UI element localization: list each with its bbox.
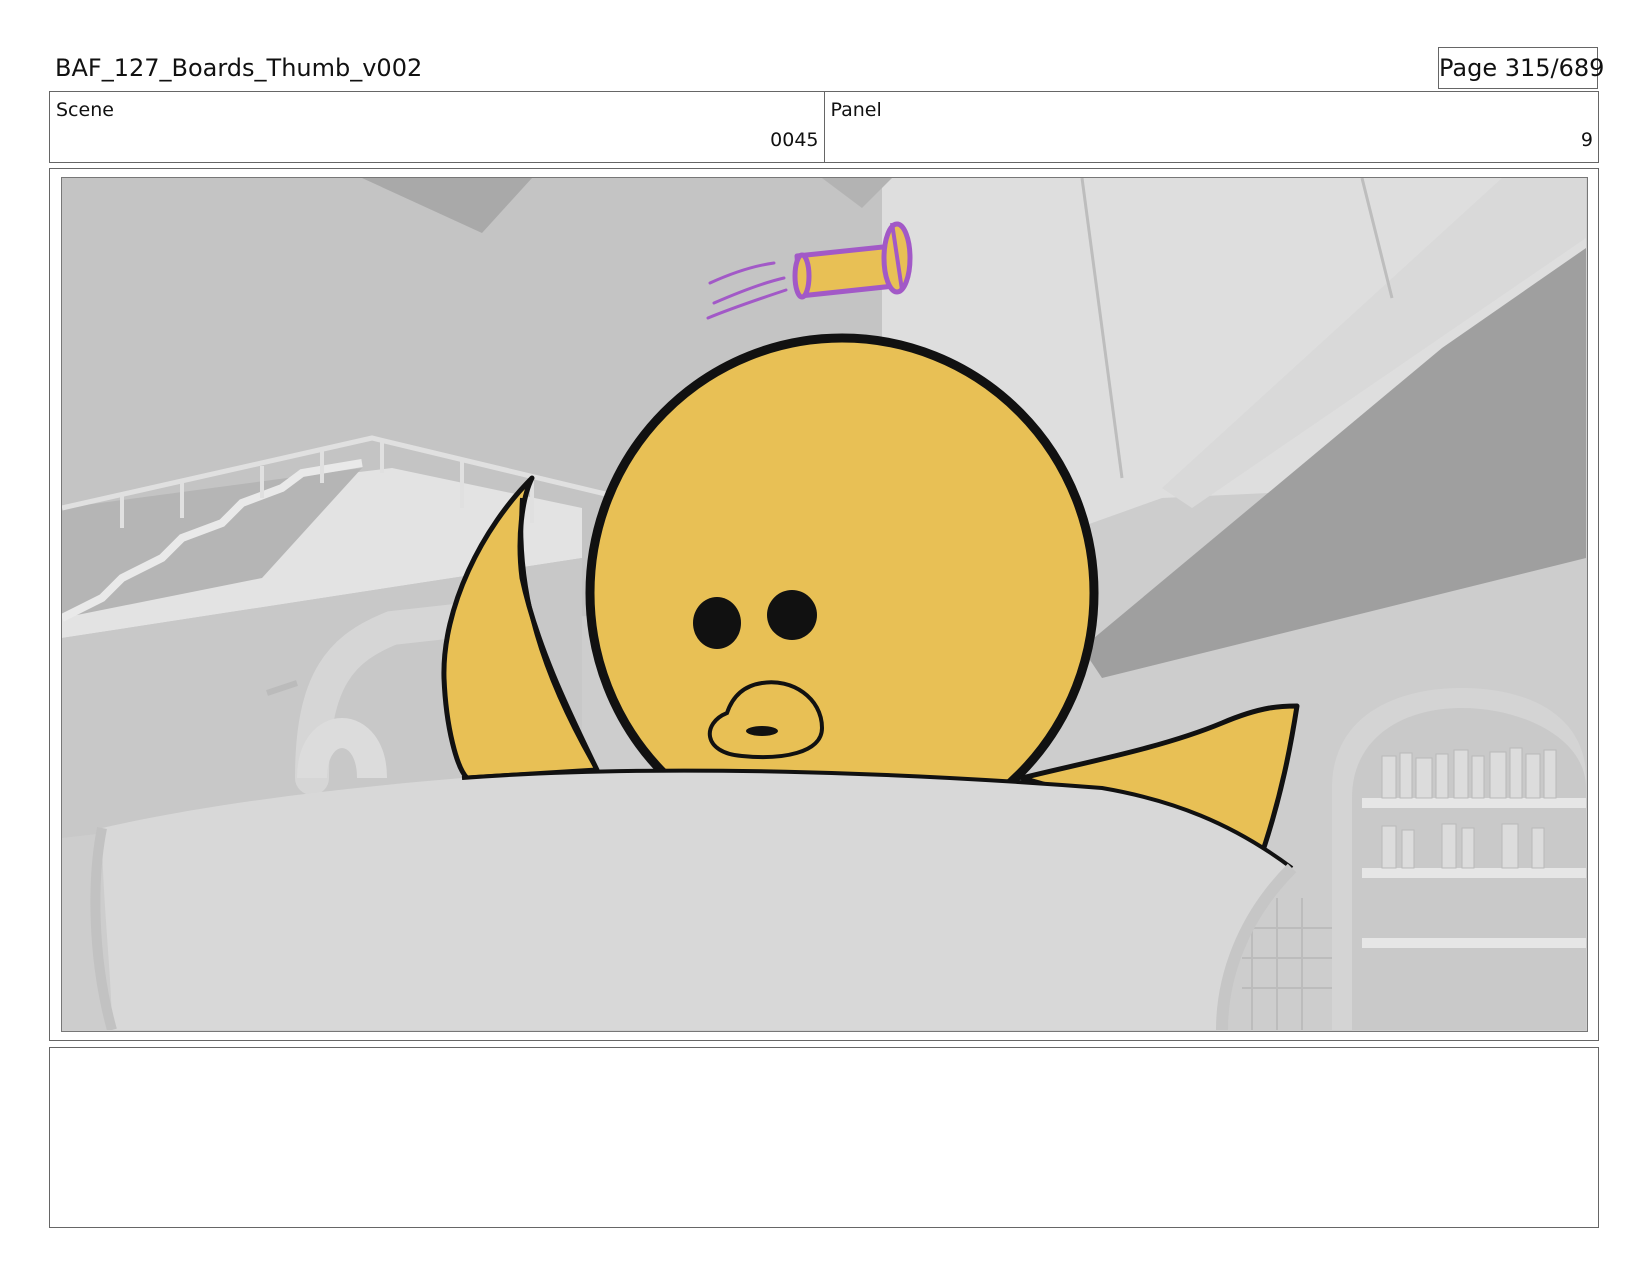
panel-number: 9 [1580, 129, 1593, 151]
panel-illustration [62, 178, 1586, 1030]
shelf-2 [1362, 868, 1586, 878]
character-right-eye [767, 590, 817, 640]
character-left-eye [693, 597, 741, 649]
document-title: BAF_127_Boards_Thumb_v002 [55, 54, 423, 82]
storyboard-panel-image [61, 177, 1588, 1032]
shelf-1 [1362, 798, 1586, 808]
scene-label: Scene [56, 99, 114, 121]
character-mouth-inner [746, 726, 778, 736]
scene-number: 0045 [770, 129, 819, 151]
panel-cell: Panel 9 [823, 92, 1599, 162]
panel-label: Panel [830, 99, 882, 121]
shelf-3 [1362, 938, 1586, 948]
page-number: Page 315/689 [1438, 47, 1604, 89]
panel-notes-box [49, 1047, 1599, 1228]
scene-cell: Scene 0045 [50, 92, 824, 162]
scene-panel-info-row: Scene 0045 Panel 9 [49, 91, 1599, 163]
foreground-tub [102, 770, 1292, 1030]
